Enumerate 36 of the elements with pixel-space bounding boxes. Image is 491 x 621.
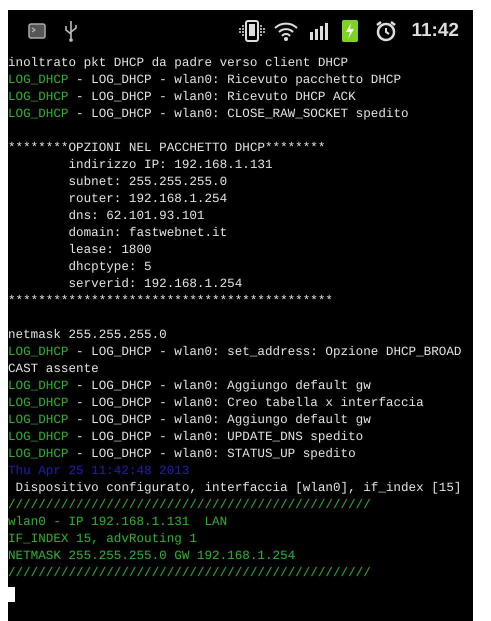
terminal-line: NETMASK 255.255.255.0 GW 192.168.1.254 [8, 548, 296, 565]
terminal-line: LOG_DHCP - LOG_DHCP - wlan0: Aggiungo default gw [8, 378, 372, 395]
clock-time: 11:42 [411, 18, 459, 43]
terminal-line: LOG_DHCP - LOG_DHCP - wlan0: UPDATE_DNS spedito [8, 429, 364, 446]
terminal-line: LOG_DHCP - LOG_DHCP - wlan0: Ricevuto pacchetto DHCP [8, 72, 402, 89]
terminal-line: inoltrato pkt DHCP da padre verso client DHCP [8, 55, 350, 72]
terminal-line: LOG_DHCP - LOG_DHCP - wlan0: STATUS_UP spedito [8, 446, 357, 463]
terminal-line: IF_INDEX 15, advRouting 1 [8, 531, 198, 548]
wifi-icon [273, 20, 300, 42]
terminal-line: wlan0 - IP 192.168.1.131 LAN [8, 514, 228, 531]
terminal-line: subnet: 255.255.255.0 [67, 174, 228, 191]
terminal-line: lease: 1800 [67, 242, 153, 259]
terminal-line: netmask 255.255.255.0 [8, 327, 168, 344]
usb-icon [64, 20, 78, 42]
vibrate-icon [239, 19, 266, 43]
terminal-line: Thu Apr 25 11:42:48 2013 [8, 463, 190, 480]
terminal-line: dns: 62.101.93.101 [67, 208, 206, 225]
terminal-line: serverid: 192.168.1.254 [67, 276, 244, 293]
terminal-line: //////////////////////////////////////////////// [8, 565, 372, 582]
terminal-line: indirizzo IP: 192.168.1.131 [67, 157, 274, 174]
terminal-line: CAST assente [8, 361, 100, 378]
terminal-line: LOG_DHCP - LOG_DHCP - wlan0: set_address: Opzione DHCP_BROAD [8, 344, 462, 361]
terminal-line: dhcptype: 5 [67, 259, 153, 276]
terminal-line: router: 192.168.1.254 [67, 191, 228, 208]
battery-charging-icon [341, 19, 360, 43]
alarm-clock-icon [375, 20, 398, 42]
terminal-line: LOG_DHCP - LOG_DHCP - wlan0: Ricevuto DHCP ACK [8, 89, 357, 106]
terminal-line: ********OPZIONI NEL PACCHETTO DHCP******** [8, 140, 326, 157]
terminal-icon [28, 23, 46, 39]
terminal-line: //////////////////////////////////////////////// [8, 497, 372, 514]
terminal-line: LOG_DHCP - LOG_DHCP - wlan0: Creo tabella x interfaccia [8, 395, 425, 412]
terminal-line: LOG_DHCP - LOG_DHCP - wlan0: Aggiungo default gw [8, 412, 372, 429]
terminal-line: domain: fastwebnet.it [67, 225, 228, 242]
terminal-line: ******************************************* [8, 293, 334, 310]
terminal-line: Dispositivo configurato, interfaccia [wlan0], if_index [15] [14, 480, 462, 497]
terminal-line: LOG_DHCP - LOG_DHCP - wlan0: CLOSE_RAW_SOCKET spedito [8, 106, 410, 123]
